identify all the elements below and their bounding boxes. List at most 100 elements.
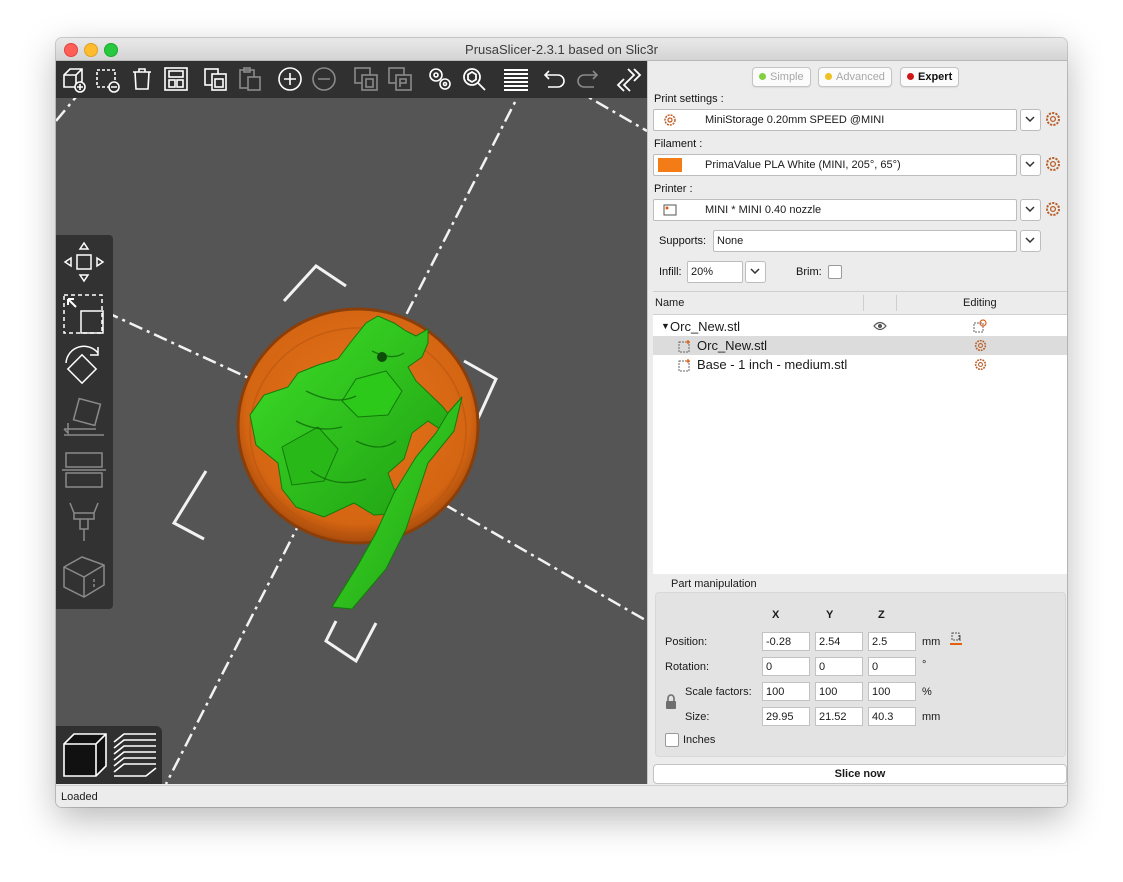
scale-x-field[interactable]: 100 [762, 682, 810, 701]
name-column-header[interactable]: Name [655, 297, 684, 309]
print-settings-dropdown-button[interactable] [1020, 109, 1041, 131]
search-icon[interactable] [460, 65, 488, 93]
position-y-field[interactable]: 2.54 [815, 632, 863, 651]
printer-edit-gear-icon[interactable] [1045, 201, 1061, 217]
mode-expert-label: Expert [918, 71, 953, 83]
part-row[interactable]: Base - 1 inch - medium.stl [653, 355, 1067, 374]
scene-canvas[interactable] [56, 61, 647, 784]
redo-icon [574, 65, 602, 93]
part-settings-gear-icon[interactable] [974, 339, 987, 352]
printer-combo[interactable]: MINI * MINI 0.40 nozzle [653, 199, 1017, 221]
brim-label: Brim: [796, 266, 822, 278]
filament-edit-gear-icon[interactable] [1045, 156, 1061, 172]
printer-dropdown-button[interactable] [1020, 199, 1041, 221]
part-settings-gear-icon[interactable] [974, 358, 987, 371]
size-y-field[interactable]: 21.52 [815, 707, 863, 726]
part-icon [678, 359, 690, 372]
part-row[interactable]: Orc_New.stl [653, 336, 1067, 355]
scale-icon[interactable] [60, 291, 108, 337]
chevron-down-icon [1025, 116, 1035, 122]
layers-editing-icon[interactable] [426, 65, 454, 93]
top-toolbar [56, 61, 647, 98]
slice-now-button[interactable]: Slice now [653, 764, 1067, 784]
delete-icon[interactable] [94, 65, 122, 93]
print-settings-gear-icon [664, 114, 676, 126]
app-window: PrusaSlicer-2.3.1 based on Slic3r Simple… [56, 38, 1067, 807]
part-manipulation-title: Part manipulation [671, 578, 757, 590]
filament-dropdown-button[interactable] [1020, 154, 1041, 176]
place-on-face-icon [60, 395, 108, 441]
column-separator [896, 295, 897, 311]
preview-icon[interactable] [110, 730, 160, 780]
inches-checkbox[interactable] [665, 733, 679, 747]
paint-supports-icon [60, 499, 108, 545]
chevron-down-icon [750, 268, 760, 274]
mode-advanced-label: Advanced [836, 71, 885, 83]
eye-icon[interactable] [873, 321, 887, 331]
printer-value: MINI * MINI 0.40 nozzle [705, 204, 822, 216]
supports-combo[interactable]: None [713, 230, 1017, 252]
rotation-unit: ° [922, 659, 927, 671]
position-z-field[interactable]: 2.5 [868, 632, 916, 651]
object-row[interactable]: ▼ Orc_New.stl [653, 317, 1067, 336]
scale-y-field[interactable]: 100 [815, 682, 863, 701]
collapse-sidebar-icon[interactable] [614, 65, 642, 93]
rotation-x-field[interactable]: 0 [762, 657, 810, 676]
axis-y-header: Y [826, 609, 834, 621]
scale-factors-label: Scale factors: [685, 686, 752, 698]
chevron-down-icon [1025, 161, 1035, 167]
mode-expert-button[interactable]: Expert [900, 67, 960, 87]
print-settings-label: Print settings : [654, 93, 724, 105]
move-icon[interactable] [60, 239, 108, 285]
infill-value: 20% [691, 266, 714, 278]
cut-icon [60, 447, 108, 493]
supports-dropdown-button[interactable] [1020, 230, 1041, 252]
object-list[interactable]: Name Editing ▼ Orc_New.stl Orc_New.stl B… [653, 291, 1067, 574]
position-label: Position: [665, 636, 708, 648]
position-x-field[interactable]: -0.28 [762, 632, 810, 651]
rotation-y-field[interactable]: 0 [815, 657, 863, 676]
drop-to-bed-icon[interactable] [948, 631, 964, 647]
rotation-z-field[interactable]: 0 [868, 657, 916, 676]
copy-icon[interactable] [202, 65, 230, 93]
arrange-icon[interactable] [162, 65, 190, 93]
print-settings-edit-gear-icon[interactable] [1045, 111, 1061, 127]
size-unit: mm [922, 711, 941, 723]
print-settings-value: MiniStorage 0.20mm SPEED @MINI [705, 114, 885, 126]
edit-object-icon[interactable] [973, 319, 987, 333]
infill-dropdown-button[interactable] [745, 261, 766, 283]
gizmo-toolbar [56, 235, 113, 609]
seam-painting-icon [60, 553, 108, 599]
undo-icon[interactable] [540, 65, 568, 93]
status-bar: Loaded [56, 785, 1067, 807]
view-toggle-panel [56, 726, 162, 784]
mode-simple-dot [759, 73, 766, 80]
expand-triangle-icon[interactable]: ▼ [661, 321, 670, 331]
chevron-down-icon [1025, 237, 1035, 243]
part-name: Base - 1 inch - medium.stl [697, 357, 848, 372]
print-settings-combo[interactable]: MiniStorage 0.20mm SPEED @MINI [653, 109, 1017, 131]
editing-column-header[interactable]: Editing [963, 297, 997, 309]
add-instance-icon[interactable] [276, 65, 304, 93]
lock-icon[interactable] [665, 694, 677, 710]
infill-combo[interactable]: 20% [687, 261, 743, 283]
size-x-field[interactable]: 29.95 [762, 707, 810, 726]
scale-z-field[interactable]: 100 [868, 682, 916, 701]
filament-label: Filament : [654, 138, 703, 150]
size-label: Size: [685, 711, 710, 723]
window-title: PrusaSlicer-2.3.1 based on Slic3r [465, 42, 658, 57]
filament-combo[interactable]: PrimaValue PLA White (MINI, 205°, 65°) [653, 154, 1017, 176]
3d-viewport[interactable] [56, 61, 647, 784]
size-z-field[interactable]: 40.3 [868, 707, 916, 726]
mode-advanced-button[interactable]: Advanced [818, 67, 892, 87]
3d-view-icon[interactable] [60, 730, 110, 780]
mode-expert-dot [907, 73, 914, 80]
mode-simple-button[interactable]: Simple [752, 67, 811, 87]
delete-all-icon[interactable] [128, 65, 156, 93]
add-icon[interactable] [60, 65, 88, 93]
variable-layer-height-icon[interactable] [502, 65, 530, 93]
rotate-icon[interactable] [60, 343, 108, 389]
settings-sidebar: Simple Advanced Expert Print settings : … [647, 61, 1067, 784]
brim-checkbox[interactable] [828, 265, 842, 279]
filament-color-swatch [658, 158, 682, 172]
